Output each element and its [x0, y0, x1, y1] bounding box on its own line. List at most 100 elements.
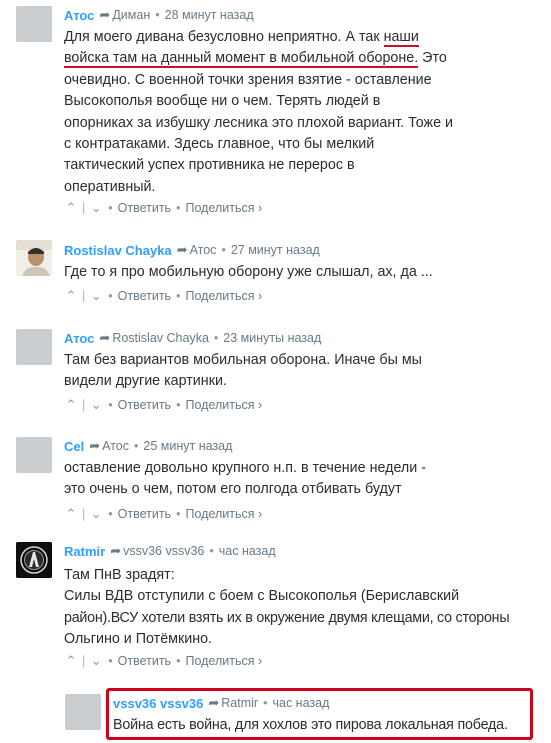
author-name[interactable]: Атос — [64, 331, 94, 346]
reply-to[interactable]: ➦ Атос — [177, 242, 217, 258]
timestamp[interactable]: 28 минут назад — [165, 8, 254, 22]
separator-dot: • — [108, 507, 113, 521]
separator-dot: • — [176, 398, 181, 412]
reply-to[interactable]: ➦ Ratmir — [208, 695, 258, 711]
reply-to[interactable]: ➦ Rostislav Chayka — [99, 330, 208, 346]
comment-footer: ⌃ | ⌄ • Ответить • Поделиться › — [64, 652, 263, 670]
separator-dot: • — [108, 201, 113, 215]
comment-line: Война есть война, для хохлов это пирова … — [113, 717, 508, 733]
downvote-icon[interactable]: ⌄ — [89, 397, 103, 413]
timestamp[interactable]: час назад — [219, 544, 276, 558]
avatar[interactable] — [65, 694, 101, 730]
separator-dot: • — [221, 243, 226, 257]
comment-header: Атос ➦ Rostislav Chayka • 23 минуты назад — [64, 329, 321, 347]
reply-arrow-icon: ➦ — [110, 543, 122, 558]
author-name[interactable]: Ratmir — [64, 544, 105, 559]
separator-dot: • — [108, 398, 113, 412]
emblem-avatar-icon — [16, 542, 52, 578]
divider: | — [82, 398, 86, 412]
separator-dot: • — [176, 201, 181, 215]
share-button[interactable]: Поделиться › — [185, 507, 262, 521]
downvote-icon[interactable]: ⌄ — [89, 506, 103, 522]
reply-button[interactable]: Ответить — [118, 289, 171, 303]
reply-arrow-icon: ➦ — [208, 695, 220, 710]
timestamp[interactable]: час назад — [272, 696, 329, 710]
divider: | — [82, 201, 86, 215]
divider: | — [82, 654, 86, 668]
comment-line: Высокополья вообще ни о чем. Терять люде… — [64, 93, 381, 110]
comment-line: это очень о чем, потом его полгода отбив… — [64, 481, 402, 498]
divider: | — [82, 507, 86, 521]
share-button[interactable]: Поделиться › — [185, 201, 262, 215]
comment-line: район).ВСУ хотели взять их в окружение д… — [64, 609, 510, 626]
downvote-icon[interactable]: ⌄ — [89, 288, 103, 304]
author-name[interactable]: vssv36 vssv36 — [113, 696, 203, 711]
reply-to[interactable]: ➦ Атос — [89, 438, 129, 454]
downvote-icon[interactable]: ⌄ — [89, 200, 103, 216]
upvote-icon[interactable]: ⌃ — [64, 397, 78, 413]
comment-line: очевидно. С военной точки зрения взятие … — [64, 71, 432, 88]
reply-to[interactable]: ➦ vssv36 vssv36 — [110, 543, 204, 559]
comment-body: Там ПнВ зрадят: Силы ВДВ отступили с бое… — [64, 565, 549, 651]
avatar[interactable] — [16, 437, 52, 473]
reply-arrow-icon: ➦ — [176, 242, 188, 257]
reply-arrow-icon: ➦ — [99, 7, 111, 22]
comment-line: Где то я про мобильную оборону уже слыша… — [64, 264, 433, 280]
separator-dot: • — [108, 289, 113, 303]
reply-to-name: Атос — [102, 439, 129, 453]
separator-dot: • — [134, 439, 139, 453]
comment-footer: ⌃ | ⌄ • Ответить • Поделиться › — [64, 287, 263, 305]
timestamp[interactable]: 23 минуты назад — [223, 331, 321, 345]
upvote-icon[interactable]: ⌃ — [64, 506, 78, 522]
comment-line: Там без вариантов мобильная оборона. Ина… — [64, 352, 422, 368]
comment-line: оперативный. — [64, 178, 156, 195]
reply-arrow-icon: ➦ — [99, 330, 111, 345]
comment-footer: ⌃ | ⌄ • Ответить • Поделиться › — [64, 396, 263, 414]
comment-header: Атос ➦ Диман • 28 минут назад — [64, 6, 254, 24]
comment-line: Силы ВДВ отступили с боем с Высокополья … — [64, 588, 460, 605]
comment-body: Для моего дивана безусловно неприятно. А… — [64, 27, 544, 198]
reply-to-name: Атос — [189, 243, 217, 257]
separator-dot: • — [176, 654, 181, 668]
reply-button[interactable]: Ответить — [118, 507, 171, 521]
avatar[interactable] — [16, 6, 52, 42]
comment-body: Где то я про мобильную оборону уже слыша… — [64, 262, 544, 283]
upvote-icon[interactable]: ⌃ — [64, 200, 78, 216]
underlined-text: наши — [383, 29, 419, 47]
separator-dot: • — [213, 331, 219, 345]
comment-body: Война есть война, для хохлов это пирова … — [113, 715, 531, 736]
separator-dot: • — [155, 8, 160, 22]
separator-dot: • — [209, 544, 214, 558]
timestamp[interactable]: 27 минут назад — [231, 243, 320, 257]
comment-line: оставление довольно крупного н.п. в тече… — [64, 460, 426, 476]
separator-dot: • — [263, 696, 268, 710]
author-name[interactable]: Rostislav Chayka — [64, 243, 172, 258]
comment-body: оставление довольно крупного н.п. в тече… — [64, 458, 544, 501]
downvote-icon[interactable]: ⌄ — [89, 653, 103, 669]
avatar[interactable] — [16, 542, 52, 578]
upvote-icon[interactable]: ⌃ — [64, 653, 78, 669]
share-button[interactable]: Поделиться › — [185, 654, 262, 668]
upvote-icon[interactable]: ⌃ — [64, 288, 78, 304]
comment-line: Для моего дивана безусловно неприятно. А… — [64, 29, 419, 47]
reply-to[interactable]: ➦ Диман — [99, 7, 150, 23]
author-name[interactable]: Атос — [64, 8, 94, 23]
reply-button[interactable]: Ответить — [118, 654, 171, 668]
reply-button[interactable]: Ответить — [118, 201, 171, 215]
comment-line: Ольгино и Потёмкино. — [64, 631, 213, 648]
reply-to-name: Диман — [112, 8, 151, 22]
separator-dot: • — [108, 654, 113, 668]
comment-line: видели другие картинки. — [64, 373, 227, 390]
timestamp[interactable]: 25 минут назад — [143, 439, 232, 453]
reply-to-name: Ratmir — [221, 696, 259, 710]
reply-to-name: Rostislav Chayka — [112, 331, 209, 345]
avatar[interactable] — [16, 329, 52, 365]
share-button[interactable]: Поделиться › — [185, 289, 262, 303]
share-button[interactable]: Поделиться › — [185, 398, 262, 412]
comment-header: Cel ➦ Атос • 25 минут назад — [64, 437, 232, 455]
user-photo-icon — [16, 240, 52, 276]
author-name[interactable]: Cel — [64, 439, 84, 454]
avatar[interactable] — [16, 240, 52, 276]
reply-button[interactable]: Ответить — [118, 398, 171, 412]
comment-header: Ratmir ➦ vssv36 vssv36 • час назад — [64, 542, 276, 560]
